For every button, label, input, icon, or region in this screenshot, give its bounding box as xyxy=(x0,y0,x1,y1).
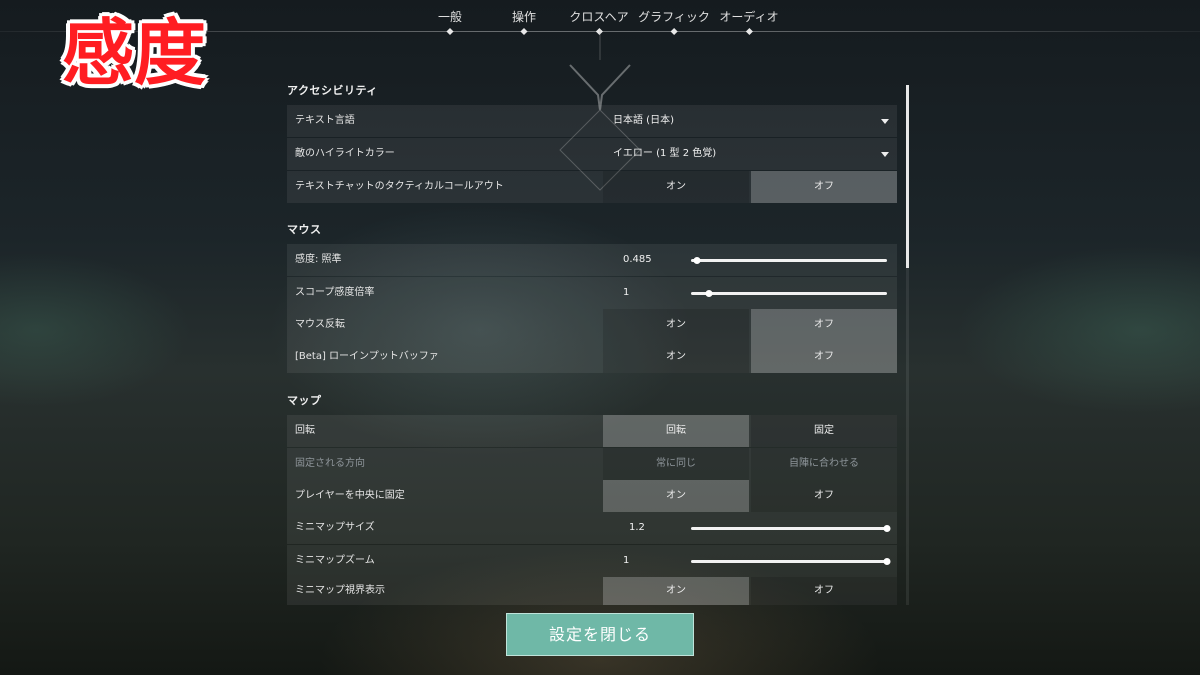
setting-row-minimap-zoom: ミニマップズーム 1 xyxy=(287,545,897,577)
dropdown-value: 日本語 (日本) xyxy=(613,115,674,126)
overlay-badge: 感度 xyxy=(62,11,207,95)
tactical-callouts-on-button[interactable]: オン xyxy=(603,171,749,203)
tab-marker-icon xyxy=(745,27,753,36)
setting-row-center-player: プレイヤーを中央に固定 オン オフ xyxy=(287,480,897,512)
setting-row-enemy-highlight: 敵のハイライトカラー イエロー (1 型 2 色覚) xyxy=(287,138,897,170)
tab-graphics[interactable]: グラフィック xyxy=(638,8,710,36)
setting-label: スコープ感度倍率 xyxy=(295,287,375,298)
invert-mouse-on-button[interactable]: オン xyxy=(603,309,749,341)
section-title-mouse: マウス xyxy=(287,223,322,236)
tactical-callouts-off-button[interactable]: オフ xyxy=(751,171,897,203)
setting-label: ミニマップ視界表示 xyxy=(295,585,385,596)
minimap-vision-off-button[interactable]: オフ xyxy=(751,577,897,605)
center-player-on-button[interactable]: オン xyxy=(603,480,749,512)
setting-label: 感度: 照準 xyxy=(295,254,342,265)
section-title-map: マップ xyxy=(287,394,322,407)
center-player-off-button[interactable]: オフ xyxy=(751,480,897,512)
minimap-zoom-slider[interactable] xyxy=(691,558,891,565)
setting-row-sensitivity: 感度: 照準 0.485 xyxy=(287,244,897,276)
slider-handle[interactable] xyxy=(693,257,701,264)
tab-audio[interactable]: オーディオ xyxy=(719,8,779,36)
tab-controls[interactable]: 操作 xyxy=(512,8,536,36)
setting-row-map-rotate: 回転 回転 固定 xyxy=(287,415,897,447)
setting-row-text-language: テキスト言語 日本語 (日本) xyxy=(287,105,897,137)
setting-label: 敵のハイライトカラー xyxy=(295,148,395,159)
scrollbar-thumb[interactable] xyxy=(906,85,909,268)
raw-input-off-button[interactable]: オフ xyxy=(751,341,897,373)
text-language-dropdown[interactable]: 日本語 (日本) xyxy=(603,105,897,137)
section-title-accessibility: アクセシビリティ xyxy=(287,84,378,97)
slider-handle[interactable] xyxy=(883,558,891,565)
settings-scrollbar[interactable] xyxy=(906,85,909,605)
orientation-match-side-button[interactable]: 自陣に合わせる xyxy=(751,448,897,480)
tab-marker-icon xyxy=(670,27,678,36)
minimap-vision-on-button[interactable]: オン xyxy=(603,577,749,605)
caret-down-icon xyxy=(881,152,889,157)
minimap-size-value[interactable]: 1.2 xyxy=(629,512,645,544)
setting-label: ミニマップサイズ xyxy=(295,522,375,533)
setting-row-minimap-vision: ミニマップ視界表示 オン オフ xyxy=(287,577,897,605)
setting-row-fixed-orientation: 固定される方向 常に同じ 自陣に合わせる xyxy=(287,448,897,480)
scope-multiplier-slider[interactable] xyxy=(691,290,887,297)
tab-general[interactable]: 一般 xyxy=(438,8,462,36)
setting-label: 固定される方向 xyxy=(295,458,365,469)
setting-row-minimap-size: ミニマップサイズ 1.2 xyxy=(287,512,897,544)
setting-label: ミニマップズーム xyxy=(295,555,375,566)
tab-marker-icon xyxy=(520,27,528,36)
raw-input-on-button[interactable]: オン xyxy=(603,341,749,373)
map-rotate-button[interactable]: 回転 xyxy=(603,415,749,447)
orientation-always-same-button[interactable]: 常に同じ xyxy=(603,448,749,480)
setting-row-invert-mouse: マウス反転 オン オフ xyxy=(287,309,897,341)
slider-handle[interactable] xyxy=(883,525,891,532)
dropdown-value: イエロー (1 型 2 色覚) xyxy=(613,148,717,159)
setting-label: テキストチャットのタクティカルコールアウト xyxy=(295,181,504,192)
minimap-zoom-value[interactable]: 1 xyxy=(623,545,629,577)
setting-row-scope-multiplier: スコープ感度倍率 1 xyxy=(287,277,897,309)
setting-label: 回転 xyxy=(295,425,315,436)
setting-label: マウス反転 xyxy=(295,319,345,330)
invert-mouse-off-button[interactable]: オフ xyxy=(751,309,897,341)
caret-down-icon xyxy=(881,119,889,124)
close-settings-button[interactable]: 設定を閉じる xyxy=(506,613,694,656)
enemy-highlight-dropdown[interactable]: イエロー (1 型 2 色覚) xyxy=(603,138,897,170)
setting-label: プレイヤーを中央に固定 xyxy=(295,490,405,501)
sensitivity-slider[interactable] xyxy=(691,257,887,264)
tab-marker-icon xyxy=(446,27,454,36)
setting-row-tactical-callouts: テキストチャットのタクティカルコールアウト オン オフ xyxy=(287,171,897,203)
setting-label: [Beta] ローインプットバッファ xyxy=(295,351,439,362)
tab-crosshair[interactable]: クロスヘア xyxy=(569,8,629,36)
setting-label: テキスト言語 xyxy=(295,115,355,126)
minimap-size-slider[interactable] xyxy=(691,525,891,532)
sensitivity-value[interactable]: 0.485 xyxy=(623,244,652,276)
slider-handle[interactable] xyxy=(705,290,713,297)
setting-row-raw-input: [Beta] ローインプットバッファ オン オフ xyxy=(287,341,897,373)
scope-multiplier-value[interactable]: 1 xyxy=(623,277,629,309)
map-fixed-button[interactable]: 固定 xyxy=(751,415,897,447)
